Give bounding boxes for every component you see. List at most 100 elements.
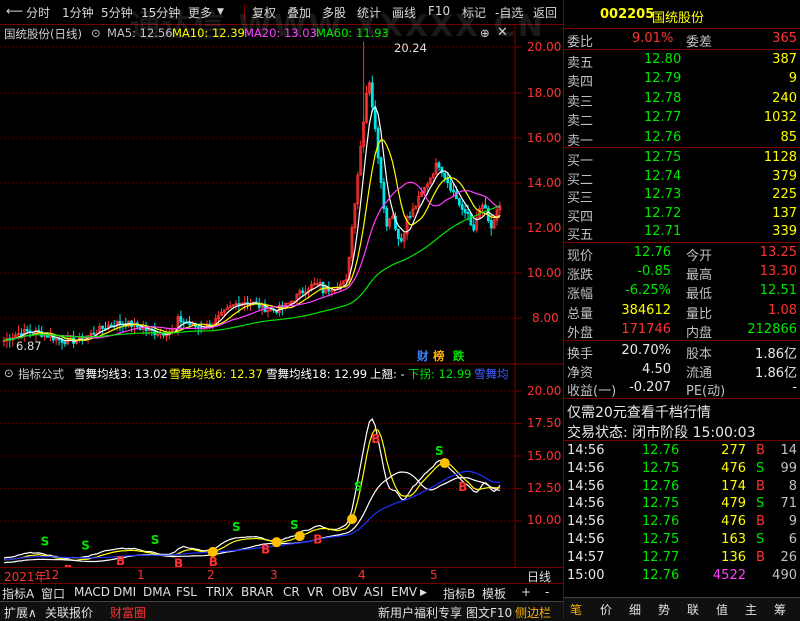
remove-pane-button[interactable]: - <box>545 585 549 599</box>
tab-emv[interactable]: EMV <box>391 585 417 599</box>
panel-tab-jia[interactable]: 价 <box>600 601 612 618</box>
chart-close-icon[interactable]: ✕ <box>497 25 508 40</box>
buy-row[interactable]: 买四 12.72 137 <box>564 204 800 225</box>
tab-1min[interactable]: 1分钟 <box>62 4 94 21</box>
tab-macd[interactable]: MACD <box>74 585 110 599</box>
kline-chart-svg[interactable] <box>0 25 563 365</box>
panel-tab-shi[interactable]: 势 <box>658 601 670 618</box>
shangqiao-label: 上翘: - <box>370 367 405 381</box>
stat-row[interactable]: 涨幅 -6.25% 最低 12.51 <box>564 281 800 303</box>
tick-time: 15:00 <box>567 567 605 583</box>
candle-body <box>25 329 29 332</box>
candle-body <box>373 106 377 129</box>
candle-body <box>196 326 200 329</box>
chart-settings-icon[interactable]: ⊙ <box>91 26 101 40</box>
sell-row[interactable]: 卖四 12.79 9 <box>564 69 800 90</box>
indicator-title: 指标公式 <box>18 367 64 381</box>
candle-body <box>408 216 412 218</box>
stat-row[interactable]: 外盘 171746 内盘 212866 <box>564 320 800 341</box>
tick-price: 12.76 <box>642 478 680 494</box>
promo-row[interactable]: 仅需20元查看千档行情 <box>564 400 800 422</box>
sell-row[interactable]: 卖一 12.76 85 <box>564 128 800 149</box>
new-user-welfare-link[interactable]: 新用户福利专享 <box>378 604 462 621</box>
panel-tab-zhu[interactable]: 主 <box>745 601 757 618</box>
buy-row[interactable]: 买二 12.74 379 <box>564 167 800 188</box>
tab-trix[interactable]: TRIX <box>206 585 233 599</box>
related-quote-button[interactable]: 关联报价 <box>45 604 93 621</box>
tab-brar[interactable]: BRAR <box>241 585 274 599</box>
badge-bang[interactable]: 榜 <box>433 348 445 364</box>
tuwen-f10-button[interactable]: 图文F10 <box>466 604 512 621</box>
candle-body <box>321 281 325 294</box>
tab-indicator-a[interactable]: 指标A <box>2 585 34 602</box>
order-volume: 137 <box>772 205 797 221</box>
tab-fenshi[interactable]: 分时 <box>26 4 50 21</box>
tab-5min[interactable]: 5分钟 <box>101 4 133 21</box>
chart-zoom-icon[interactable]: ⊕ <box>480 26 490 40</box>
tick-price: 12.76 <box>642 514 680 530</box>
badge-cai[interactable]: 财 <box>417 348 429 364</box>
tab-dmi[interactable]: DMI <box>113 585 136 599</box>
kline-title: 国统股份(日线) <box>4 27 82 41</box>
order-level-label: 卖三 <box>567 94 594 110</box>
stat-row[interactable]: 总量 384612 量比 1.08 <box>564 301 800 322</box>
indicator-chart-area[interactable]: SBSBSBBSBSBSBSB <box>0 365 563 567</box>
panel-tab-lian[interactable]: 联 <box>687 601 699 618</box>
candle-body <box>92 332 96 335</box>
tab-cr[interactable]: CR <box>283 585 300 599</box>
divider <box>564 398 800 399</box>
buy-row[interactable]: 买三 12.73 225 <box>564 185 800 206</box>
time-axis: 2021年 12 1 2 3 4 5 日线 <box>0 567 563 584</box>
tab-fsl[interactable]: FSL <box>176 585 197 599</box>
panel-tab-zhi[interactable]: 值 <box>716 601 728 618</box>
order-volume: 240 <box>772 90 797 106</box>
tab-obv[interactable]: OBV <box>332 585 358 599</box>
order-level-label: 卖二 <box>567 114 594 130</box>
kline-chart-area[interactable] <box>0 25 563 365</box>
sidebar-toggle-button[interactable]: 侧边栏 <box>515 604 551 621</box>
promo-text[interactable]: 仅需20元查看千档行情 <box>567 402 711 422</box>
sell-marker: S <box>41 535 50 549</box>
tab-asi[interactable]: ASI <box>364 585 383 599</box>
stat-label: 涨跌 <box>567 268 594 284</box>
stat-row[interactable]: 涨跌 -0.85 最高 13.30 <box>564 262 800 284</box>
badge-die[interactable]: 跌 <box>453 348 465 364</box>
stat-row[interactable]: 现价 12.76 今开 13.25 <box>564 243 800 264</box>
tick-list[interactable]: 14:56 12.76 277 B 14 14:56 12.75 476 S 99 14:56 12.… <box>564 441 800 591</box>
tab-template[interactable]: 模板 <box>482 585 506 602</box>
ind-y-tick-12-5: 12.50 <box>527 481 562 495</box>
fortune-circle-button[interactable]: 财富圈 <box>110 604 146 621</box>
panel-tab-bi[interactable]: 笔 <box>570 601 582 618</box>
sell-row[interactable]: 卖三 12.78 240 <box>564 89 800 110</box>
add-pane-button[interactable]: + <box>521 585 531 599</box>
stat-value: 12.76 <box>633 245 671 260</box>
tick-price: 12.75 <box>642 532 680 547</box>
order-price: 12.74 <box>644 168 682 184</box>
stock-name: 国统股份 <box>652 11 705 26</box>
toolbar-prev-icon[interactable]: ⟵ <box>6 4 23 18</box>
panel-tab-chou[interactable]: 筹 <box>774 601 786 618</box>
stat-label: 现价 <box>567 249 594 264</box>
buy-row[interactable]: 买一 12.75 1128 <box>564 148 800 169</box>
expand-button[interactable]: 扩展∧ <box>4 604 37 621</box>
stat-row[interactable]: 净资 4.50 流通 1.86亿 <box>564 360 800 381</box>
xw-avg-label: 雪舞均 <box>474 367 509 381</box>
stat-label: 涨幅 <box>567 287 594 303</box>
tick-count: 14 <box>780 443 797 458</box>
buy-row[interactable]: 买五 12.71 339 <box>564 222 800 243</box>
sell-row[interactable]: 卖五 12.80 387 <box>564 50 800 71</box>
tab-window[interactable]: 窗口 <box>41 585 65 602</box>
ma10-label: MA10: 12.39 <box>172 26 245 40</box>
signal-dot <box>439 458 450 469</box>
indicator-chart-svg[interactable]: SBSBSBBSBSBSBSB <box>0 365 563 567</box>
indicator-settings-icon[interactable]: ⊙ <box>4 366 14 380</box>
tab-dma[interactable]: DMA <box>143 585 171 599</box>
panel-tab-xi[interactable]: 细 <box>629 601 641 618</box>
tab-vr[interactable]: VR <box>307 585 324 599</box>
tab-indicator-b[interactable]: 指标B <box>443 585 475 602</box>
tick-row[interactable]: 15:00 12.76 4522 490 <box>564 566 800 586</box>
sell-row[interactable]: 卖二 12.77 1032 <box>564 108 800 130</box>
tabs-scroll-icon[interactable]: ▶ <box>420 588 427 598</box>
stat-row[interactable]: 收益(一) -0.207 PE(动) - <box>564 378 800 399</box>
stat-row[interactable]: 换手 20.70% 股本 1.86亿 <box>564 341 800 362</box>
